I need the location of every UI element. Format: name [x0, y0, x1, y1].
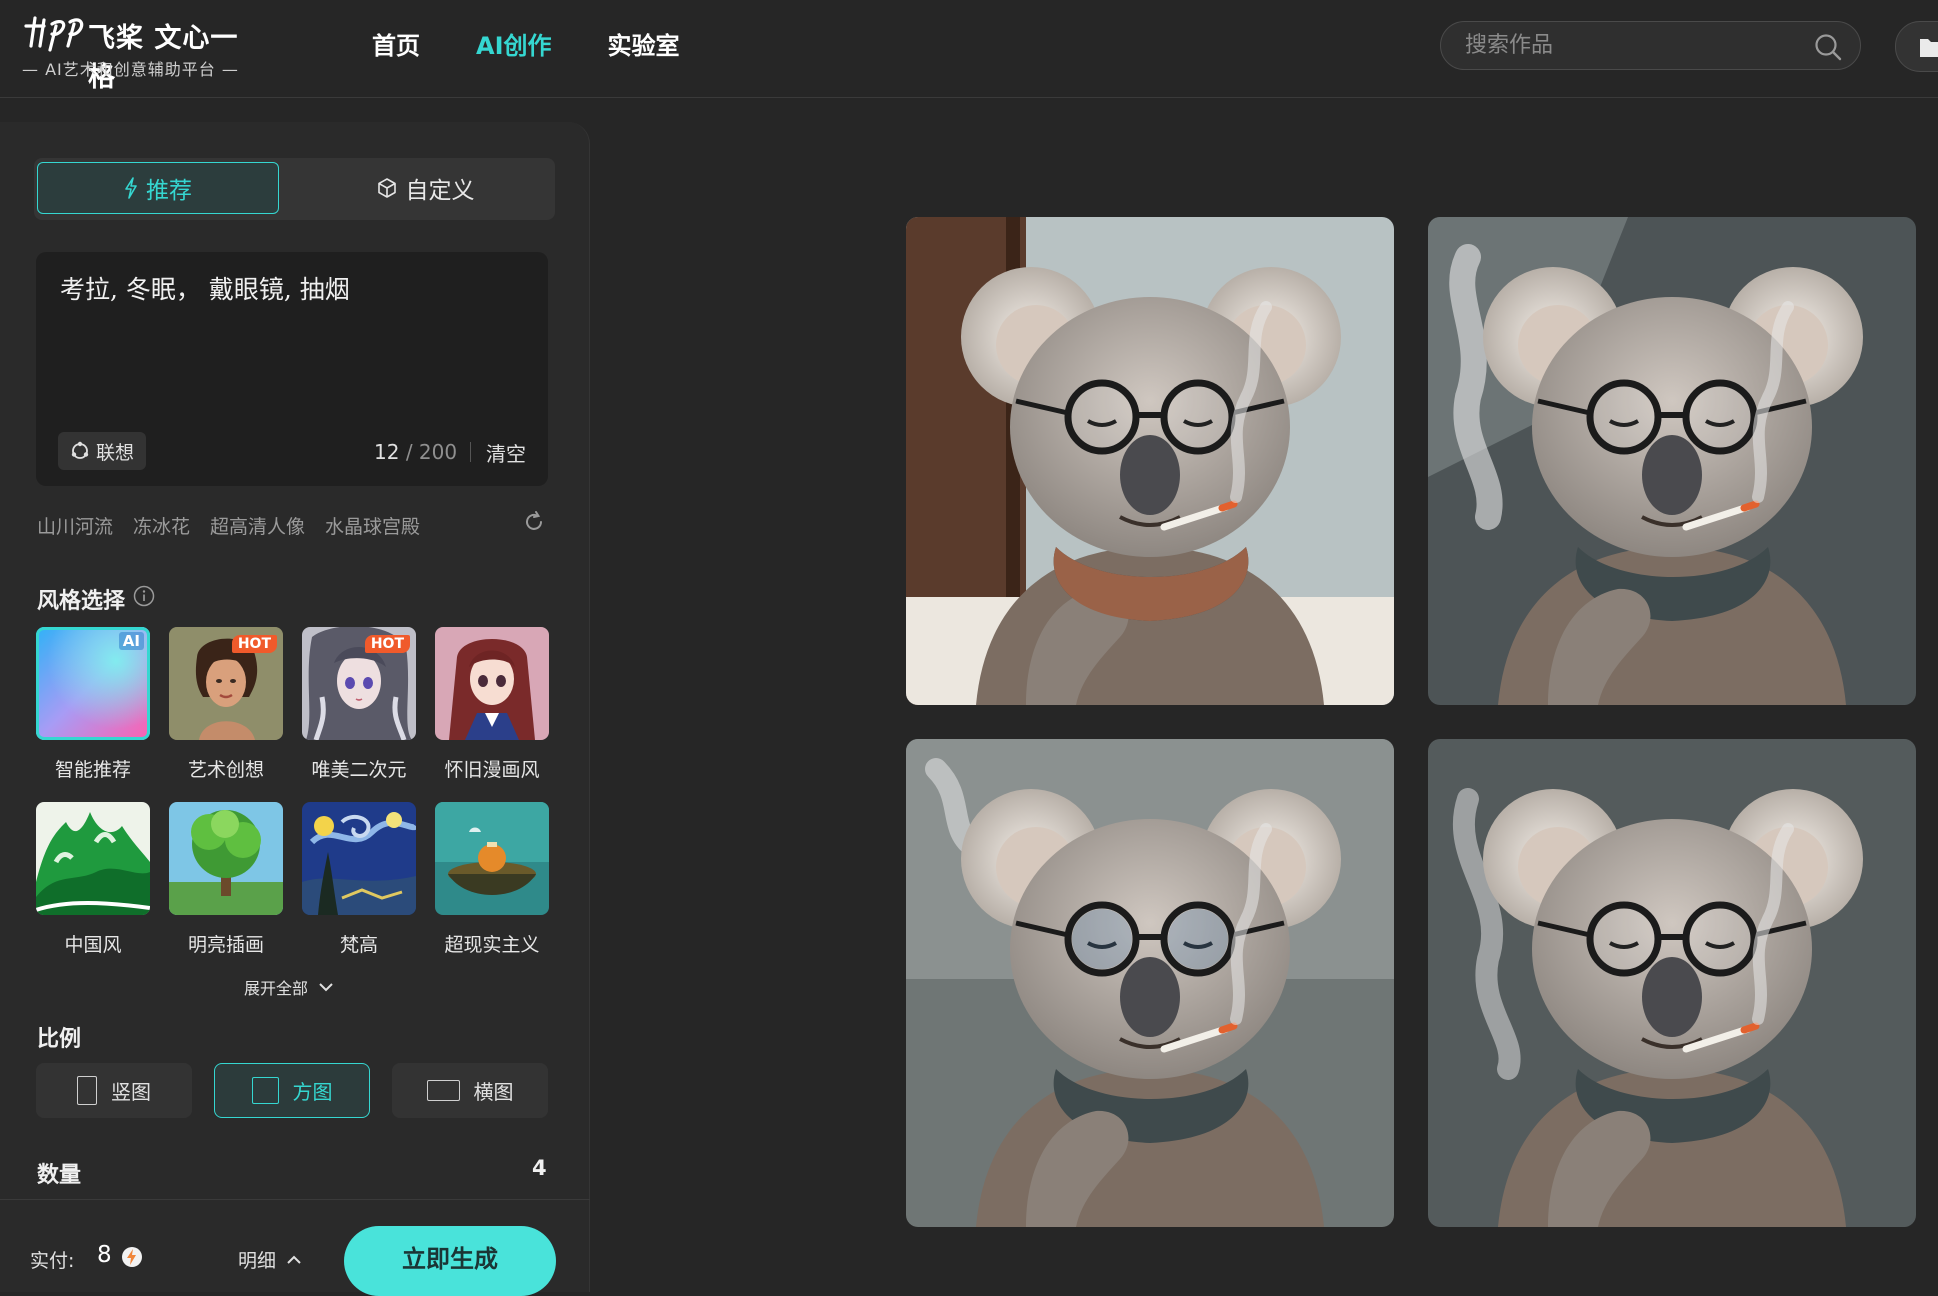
- counter-divider: [470, 442, 471, 462]
- style-anime[interactable]: HOT 唯美二次元: [302, 627, 416, 802]
- style-thumbnail: [435, 802, 549, 915]
- info-icon[interactable]: [133, 585, 155, 607]
- tab-custom-label: 自定义: [405, 178, 475, 204]
- suggestion-tag[interactable]: 冻冰花: [133, 512, 190, 539]
- pay-label: 实付:: [30, 1250, 75, 1272]
- style-thumbnail: [435, 627, 549, 740]
- search-icon[interactable]: [1814, 33, 1842, 61]
- ratio-label: 竖图: [111, 1080, 151, 1104]
- ratio-portrait-button[interactable]: 竖图: [36, 1063, 192, 1118]
- ratio-square-button[interactable]: 方图: [214, 1063, 370, 1118]
- hot-badge: HOT: [364, 635, 410, 653]
- square-icon: [251, 1077, 279, 1104]
- creation-panel: 推荐 自定义 考拉, 冬眠， 戴眼镜, 抽烟 联想 12 / 200 清空 山川…: [0, 122, 590, 1292]
- style-surrealism[interactable]: 超现实主义: [435, 802, 549, 977]
- logo-subtitle: — AI艺术和创意辅助平台 —: [22, 60, 239, 79]
- prompt-textarea[interactable]: 考拉, 冬眠， 戴眼镜, 抽烟 联想 12 / 200 清空: [36, 252, 548, 486]
- ratio-label: 横图: [473, 1080, 514, 1104]
- style-label: 中国风: [64, 934, 122, 956]
- ratio-section-title: 比例: [37, 1027, 82, 1052]
- associate-button[interactable]: 联想: [58, 432, 146, 470]
- expand-all-button[interactable]: 展开全部: [244, 975, 334, 999]
- lightning-icon: [125, 177, 137, 199]
- paddle-logo-icon: [24, 16, 84, 52]
- style-smart-recommend[interactable]: AI 智能推荐: [36, 627, 150, 802]
- result-image-3[interactable]: [906, 739, 1394, 1227]
- style-section-title: 风格选择: [37, 589, 126, 614]
- result-image-1[interactable]: [906, 217, 1394, 705]
- main-nav: 首页 AI创作 实验室: [372, 28, 680, 64]
- suggestion-tag[interactable]: 水晶球宫殿: [325, 512, 420, 539]
- prompt-text[interactable]: 考拉, 冬眠， 戴眼镜, 抽烟: [60, 270, 350, 306]
- panel-divider: [0, 1199, 590, 1200]
- style-thumbnail: [302, 802, 416, 915]
- style-label: 梵高: [339, 934, 378, 956]
- ratio-label: 方图: [292, 1080, 333, 1104]
- my-works-button[interactable]: [1895, 21, 1938, 72]
- koala-image: [906, 739, 1394, 1227]
- suggestion-tag[interactable]: 山川河流: [37, 512, 113, 539]
- suggestion-tags: 山川河流 冻冰花 超高清人像 水晶球宫殿: [37, 512, 420, 539]
- style-label: 明亮插画: [187, 934, 264, 956]
- quantity-title: 数量: [37, 1163, 82, 1188]
- nav-lab[interactable]: 实验室: [608, 28, 680, 64]
- quantity-value[interactable]: 4: [532, 1156, 547, 1180]
- search-input[interactable]: [1465, 22, 1805, 69]
- ai-badge: AI: [118, 632, 144, 650]
- style-van-gogh[interactable]: 梵高: [302, 802, 416, 977]
- clear-button[interactable]: 清空: [486, 438, 526, 467]
- detail-toggle[interactable]: 明细: [238, 1246, 302, 1273]
- style-art-imagination[interactable]: HOT 艺术创想: [169, 627, 283, 802]
- nav-ai-create[interactable]: AI创作: [476, 28, 552, 64]
- nav-home[interactable]: 首页: [372, 28, 420, 64]
- koala-image: [1428, 739, 1916, 1227]
- tab-custom[interactable]: 自定义: [304, 162, 546, 214]
- style-label: 唯美二次元: [311, 759, 407, 781]
- mode-tabs: 推荐 自定义: [34, 158, 555, 220]
- koala-image: [1428, 217, 1916, 705]
- chevron-up-icon: [287, 1255, 301, 1264]
- hot-badge: HOT: [231, 635, 277, 653]
- style-thumbnail: [36, 802, 150, 915]
- style-chinese[interactable]: 中国风: [36, 802, 150, 977]
- portrait-icon: [77, 1076, 97, 1105]
- style-grid: AI 智能推荐 HOT 艺术创想 HOT 唯美二次元 怀旧漫画风 中国风 明亮插…: [36, 627, 552, 977]
- tab-recommend[interactable]: 推荐: [37, 162, 279, 214]
- expand-all-label: 展开全部: [244, 979, 309, 998]
- cube-icon: [377, 178, 396, 198]
- style-label: 智能推荐: [54, 759, 131, 781]
- style-retro-comic[interactable]: 怀旧漫画风: [435, 627, 549, 802]
- refresh-icon[interactable]: [522, 510, 546, 534]
- search-box: [1440, 21, 1861, 70]
- associate-icon: [71, 441, 89, 459]
- char-counter: 12 / 200: [374, 440, 458, 464]
- folder-icon: [1920, 39, 1938, 57]
- ratio-landscape-button[interactable]: 横图: [392, 1063, 548, 1118]
- chevron-down-icon: [319, 983, 333, 992]
- result-image-2[interactable]: [1428, 217, 1916, 705]
- logo-name: 飞桨 文心一格: [88, 23, 239, 93]
- char-count: 12: [374, 440, 400, 464]
- result-image-4[interactable]: [1428, 739, 1916, 1227]
- detail-label: 明细: [238, 1250, 277, 1272]
- style-label: 超现实主义: [444, 934, 540, 956]
- char-max: 200: [418, 440, 458, 464]
- style-label: 怀旧漫画风: [444, 759, 540, 781]
- associate-label: 联想: [95, 441, 134, 464]
- site-logo[interactable]: 飞桨 文心一格 — AI艺术和创意辅助平台 —: [22, 12, 262, 93]
- style-bright-illustration[interactable]: 明亮插画: [169, 802, 283, 977]
- tab-recommend-label: 推荐: [146, 178, 192, 204]
- landscape-icon: [426, 1080, 460, 1101]
- generate-bar: 实付: 8 明细 立即生成: [0, 1220, 590, 1296]
- suggestion-tag[interactable]: 超高清人像: [210, 512, 305, 539]
- pay-value: 8: [97, 1242, 112, 1268]
- koala-image: [906, 217, 1394, 705]
- style-label: 艺术创想: [187, 759, 264, 781]
- top-nav-bar: 飞桨 文心一格 — AI艺术和创意辅助平台 — 首页 AI创作 实验室: [0, 0, 1938, 98]
- style-thumbnail: [169, 802, 283, 915]
- generate-button[interactable]: 立即生成: [344, 1226, 556, 1296]
- energy-coin-icon: [122, 1247, 142, 1267]
- ratio-options: 竖图 方图 横图: [36, 1063, 548, 1118]
